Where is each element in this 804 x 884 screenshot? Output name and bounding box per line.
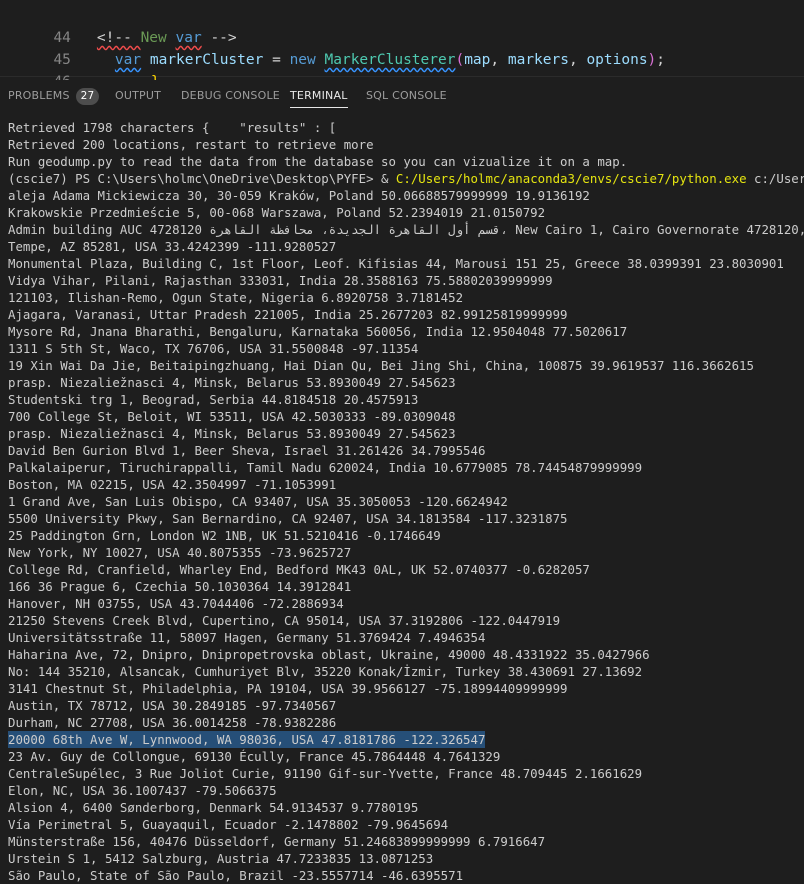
terminal-line: Haharina Ave, 72, Dnipro, Dnipropetrovsk… xyxy=(8,647,650,662)
terminal-line: prasp. Niezaliežnasci 4, Minsk, Belarus … xyxy=(8,375,456,390)
terminal-line: David Ben Gurion Blvd 1, Beer Sheva, Isr… xyxy=(8,443,486,458)
terminal-line: Vía Perimetral 5, Guayaquil, Ecuador -2.… xyxy=(8,817,449,832)
python-exe-path: C:/Users/holmc/anaconda3/envs/cscie7/pyt… xyxy=(395,171,747,186)
tab-terminal[interactable]: TERMINAL xyxy=(290,80,348,112)
terminal-line: Studentski trg 1, Beograd, Serbia 44.818… xyxy=(8,392,419,407)
terminal-line: 19 Xin Wai Da Jie, Beitaipingzhuang, Hai… xyxy=(8,358,754,373)
terminal-line: CentraleSupélec, 3 Rue Joliot Curie, 911… xyxy=(8,766,643,781)
terminal-line: Ajagara, Varanasi, Uttar Pradesh 221005,… xyxy=(8,307,568,322)
terminal-line: 700 College St, Beloit, WI 53511, USA 42… xyxy=(8,409,456,424)
terminal-line: Palkalaiperur, Tiruchirappalli, Tamil Na… xyxy=(8,460,643,475)
terminal-line: Urstein S 1, 5412 Salzburg, Austria 47.7… xyxy=(8,851,434,866)
terminal-line: College Rd, Cranfield, Wharley End, Bedf… xyxy=(8,562,590,577)
tab-sql-console[interactable]: SQL CONSOLE xyxy=(366,80,447,112)
code-token: ( xyxy=(455,52,465,68)
tab-label: SQL CONSOLE xyxy=(366,89,447,102)
code-token: = xyxy=(263,52,290,68)
tab-label: PROBLEMS xyxy=(8,89,70,102)
tab-label: OUTPUT xyxy=(115,89,162,102)
terminal-line: Münsterstraße 156, 40476 Düsseldorf, Ger… xyxy=(8,834,546,849)
code-token: map xyxy=(464,52,491,68)
terminal-line: Universitätsstraße 11, 58097 Hagen, Germ… xyxy=(8,630,486,645)
terminal-line: Monumental Plaza, Building C, 1st Floor,… xyxy=(8,256,784,271)
tab-debug-console[interactable]: DEBUG CONSOLE xyxy=(181,80,280,112)
code-token: ) xyxy=(647,52,657,68)
terminal-line-selected: 20000 68th Ave W, Lynnwood, WA 98036, US… xyxy=(8,731,486,748)
terminal-line: Tempe, AZ 85281, USA 33.4242399 -111.928… xyxy=(8,239,337,254)
editor-line-45[interactable]: 45 var markerCluster = new MarkerClustere… xyxy=(0,27,665,68)
terminal-line: 25 Paddington Grn, London W2 1NB, UK 51.… xyxy=(8,528,441,543)
terminal-line: New York, NY 10027, USA 40.8075355 -73.9… xyxy=(8,545,352,560)
problems-count-badge: 27 xyxy=(75,88,100,105)
terminal-line: 21250 Stevens Creek Blvd, Cupertino, CA … xyxy=(8,613,561,628)
terminal-line: Run geodump.py to read the data from the… xyxy=(8,154,628,169)
terminal-line: Hanover, NH 03755, USA 43.7044406 -72.28… xyxy=(8,596,344,611)
terminal-output[interactable]: Retrieved 1798 characters { "results" : … xyxy=(0,116,804,884)
terminal-line: 5500 University Pkwy, San Bernardino, CA… xyxy=(8,511,568,526)
tab-problems[interactable]: PROBLEMS 27 xyxy=(8,80,100,112)
terminal-line: 3141 Chestnut St, Philadelphia, PA 19104… xyxy=(8,681,568,696)
code-token: markers xyxy=(507,52,569,68)
terminal-line: 121103, Ilishan-Remo, Ogun State, Nigeri… xyxy=(8,290,464,305)
terminal-line: 1311 S 5th St, Waco, TX 76706, USA 31.55… xyxy=(8,341,419,356)
terminal-line: São Paulo, State of São Paulo, Brazil -2… xyxy=(8,868,464,883)
terminal-line: 23 Av. Guy de Collongue, 69130 Écully, F… xyxy=(8,749,501,764)
tab-output[interactable]: OUTPUT xyxy=(115,80,161,112)
terminal-line: Alsion 4, 6400 Sønderborg, Denmark 54.91… xyxy=(8,800,419,815)
tab-label: TERMINAL xyxy=(290,89,348,102)
code-token: ; xyxy=(656,52,666,68)
terminal-line: Vidya Vihar, Pilani, Rajasthan 333031, I… xyxy=(8,273,553,288)
panel-tab-bar: PROBLEMS 27 OUTPUT DEBUG CONSOLE TERMINAL… xyxy=(0,80,804,112)
terminal-line: Boston, MA 02215, USA 42.3504997 -71.105… xyxy=(8,477,337,492)
terminal-prompt-line: (cscie7) PS C:\Users\holmc\OneDrive\Desk… xyxy=(8,170,804,187)
code-token: MarkerClusterer xyxy=(324,52,456,68)
terminal-line: Elon, NC, USA 36.1007437 -79.5066375 xyxy=(8,783,277,798)
code-editor[interactable]: 44 <!-- New var --> 45 var markerCluster =… xyxy=(0,0,804,90)
terminal-line: Admin building AUC قسم أول القاهرة الجدي… xyxy=(8,222,804,237)
terminal-line: Mysore Rd, Jnana Bharathi, Bengaluru, Ka… xyxy=(8,324,628,339)
code-token: new xyxy=(289,52,316,68)
terminal-line: prasp. Niezaliežnasci 4, Minsk, Belarus … xyxy=(8,426,456,441)
code-token: , xyxy=(568,52,587,68)
terminal-line: 1 Grand Ave, San Luis Obispo, CA 93407, … xyxy=(8,494,508,509)
terminal-line: No: 144 35210, Alsancak, Cumhuriyet Blv,… xyxy=(8,664,643,679)
editor-line-46[interactable]: 46} xyxy=(0,49,159,90)
terminal-line: Retrieved 200 locations, restart to retr… xyxy=(8,137,374,152)
terminal-line: 166 36 Prague 6, Czechia 50.1030364 14.3… xyxy=(8,579,352,594)
code-token: options xyxy=(586,52,648,68)
code-token: markerCluster xyxy=(149,52,264,68)
tab-label: DEBUG CONSOLE xyxy=(181,89,280,102)
script-path: c:/Users/holmc xyxy=(754,171,804,186)
terminal-line: aleja Adama Mickiewicza 30, 30-059 Krakó… xyxy=(8,188,590,203)
editor-line-44[interactable]: 44 <!-- New var --> xyxy=(0,5,236,46)
terminal-line: Austin, TX 78712, USA 30.2849185 -97.734… xyxy=(8,698,337,713)
terminal-line: Krakowskie Przedmieście 5, 00-068 Warsza… xyxy=(8,205,546,220)
terminal-line: Retrieved 1798 characters { "results" : … xyxy=(8,120,337,135)
code-token: , xyxy=(490,52,508,68)
terminal-line: Durham, NC 27708, USA 36.0014258 -78.938… xyxy=(8,715,337,730)
prompt-text: (cscie7) PS C:\Users\holmc\OneDrive\Desk… xyxy=(8,171,396,186)
